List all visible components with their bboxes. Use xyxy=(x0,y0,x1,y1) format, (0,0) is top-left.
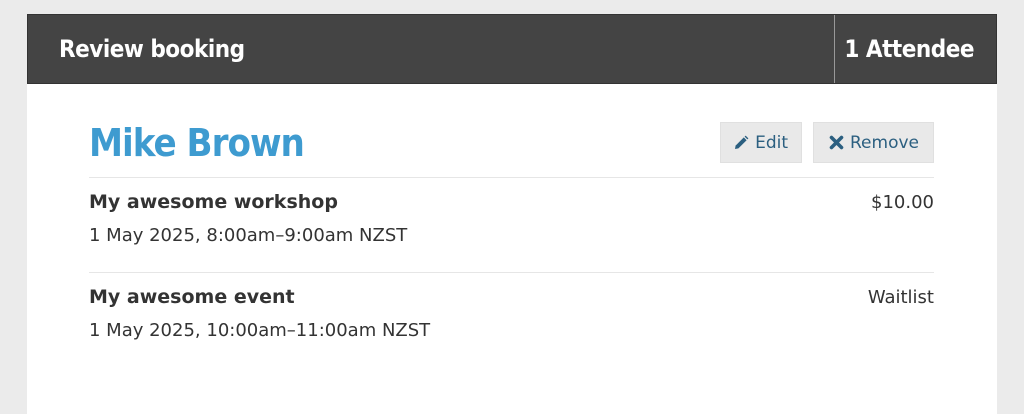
attendee-name: Mike Brown xyxy=(89,120,305,165)
remove-label: Remove xyxy=(850,132,919,153)
edit-label: Edit xyxy=(755,132,788,153)
booking-review-panel: Review booking 1 Attendee Mike Brown Edi… xyxy=(27,14,997,414)
panel-header: Review booking 1 Attendee xyxy=(27,14,997,84)
page-title: Review booking xyxy=(59,35,245,63)
session-info: My awesome workshop 1 May 2025, 8:00am–9… xyxy=(89,190,407,272)
session-name: My awesome event xyxy=(89,286,295,308)
attendee-count: 1 Attendee xyxy=(834,15,996,83)
session-row: My awesome event 1 May 2025, 10:00am–11:… xyxy=(89,273,934,368)
pencil-icon xyxy=(733,135,749,151)
session-name: My awesome workshop xyxy=(89,191,338,213)
session-row: My awesome workshop 1 May 2025, 8:00am–9… xyxy=(89,178,934,273)
attendee-row: Mike Brown Edit Remove xyxy=(89,118,934,178)
session-time: 1 May 2025, 8:00am–9:00am NZST xyxy=(89,225,408,246)
close-icon xyxy=(829,135,844,150)
session-price: $10.00 xyxy=(871,192,934,213)
attendee-actions: Edit Remove xyxy=(720,122,934,163)
session-status: Waitlist xyxy=(867,287,934,308)
session-time: 1 May 2025, 10:00am–11:00am NZST xyxy=(89,320,431,341)
panel-body: Mike Brown Edit Remove My awesome worksh… xyxy=(27,84,997,368)
edit-button[interactable]: Edit xyxy=(720,122,802,163)
remove-button[interactable]: Remove xyxy=(813,122,934,163)
session-info: My awesome event 1 May 2025, 10:00am–11:… xyxy=(89,285,430,368)
